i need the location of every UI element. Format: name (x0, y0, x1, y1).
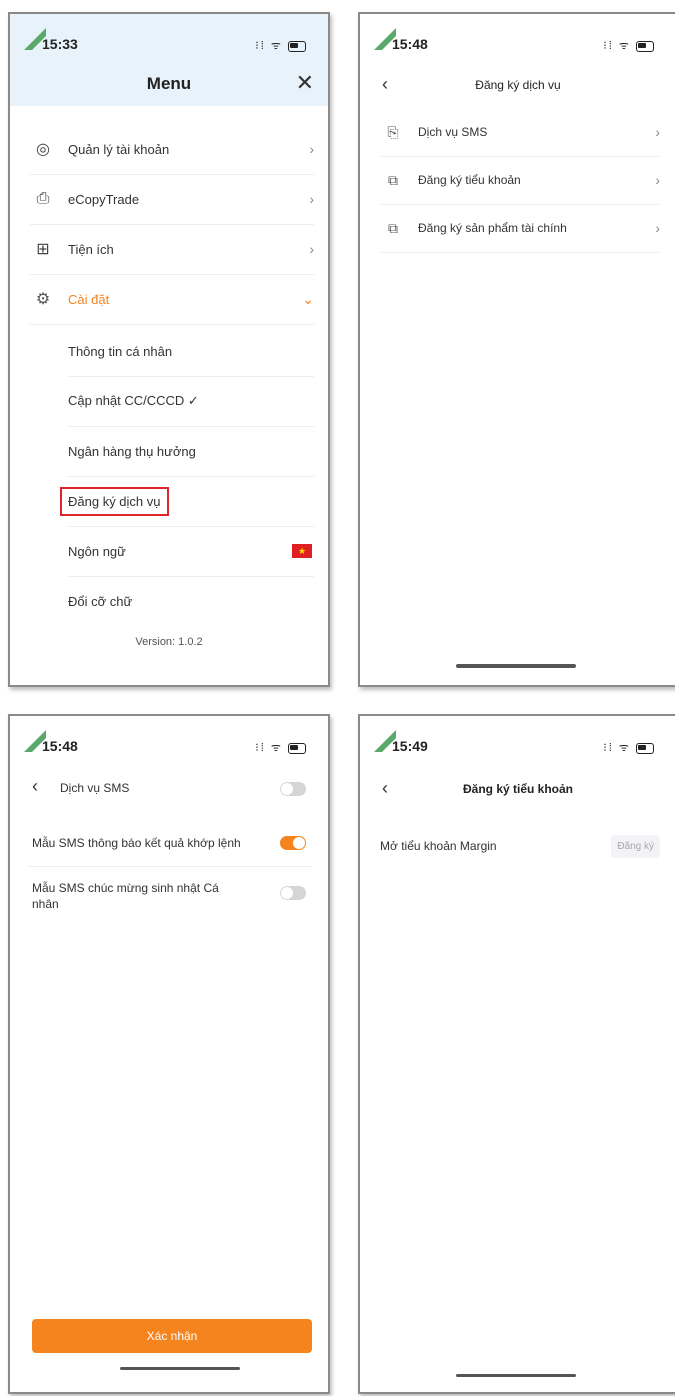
menu-item-account[interactable]: ◎ Quản lý tài khoản › (30, 124, 314, 175)
sms-icon: ⎘ (387, 123, 399, 140)
version-label: Version: 1.0.2 (135, 636, 203, 648)
menu-item-utilities[interactable]: ⊞ Tiện ích › (30, 224, 314, 275)
sub-account-label: Mở tiểu khoản Margin (380, 839, 497, 853)
service-item-label: Dịch vụ SMS (418, 125, 488, 139)
home-indicator (456, 1374, 576, 1377)
sub-item-language[interactable]: Ngôn ngữ ★ (68, 526, 314, 577)
chevron-right-icon: › (655, 172, 660, 188)
sub-item-label: Đăng ký dịch vụ (60, 486, 169, 516)
battery-icon (288, 742, 306, 754)
register-sub-account-screen: 15:49 ⁝⁞ ᯤ ‹ Đăng ký tiểu khoản Mở tiểu … (358, 714, 675, 1394)
sms-option-label: Mẫu SMS thông báo kết quả khớp lệnh (32, 836, 241, 850)
status-bar: 15:49 ⁝⁞ ᯤ (360, 716, 675, 760)
service-item-sms[interactable]: ⎘ Dịch vụ SMS › (380, 108, 660, 157)
chevron-right-icon: › (309, 141, 314, 157)
service-item-financial-product[interactable]: ⧉ Đăng ký sản phẩm tài chính › (380, 204, 660, 253)
status-bar: 15:48 ⁝⁞ ᯤ (360, 14, 675, 58)
sms-service-screen: 15:48 ⁝⁞ ᯤ ‹ Dịch vụ SMS Mẫu SMS thông b… (8, 714, 330, 1394)
page-title: Đăng ký tiểu khoản (462, 782, 574, 796)
wallet-icon: ⧉ (388, 219, 398, 236)
menu-item-label: eCopyTrade (68, 191, 140, 207)
confirm-button[interactable]: Xác nhận (32, 1319, 312, 1353)
page-title: Dịch vụ SMS (60, 781, 130, 795)
menu-item-settings[interactable]: ⚙ Cài đặt ⌄ (30, 274, 314, 325)
sms-option-row: Mẫu SMS chúc mừng sinh nhật Cá nhân (28, 868, 312, 924)
sms-option-row: Mẫu SMS thông báo kết quả khớp lệnh (28, 820, 312, 867)
register-button[interactable]: Đăng ký (611, 834, 660, 858)
chevron-right-icon: › (655, 124, 660, 140)
sub-item-label: Ngân hàng thụ hưởng (68, 443, 196, 459)
chevron-right-icon: › (309, 241, 314, 257)
service-item-label: Đăng ký tiểu khoản (418, 173, 521, 187)
sms-option-toggle[interactable] (280, 836, 306, 850)
status-icons: ⁝⁞ ᯤ (255, 740, 306, 755)
sub-item-label: Ngôn ngữ (68, 543, 126, 559)
status-bar: 15:33 ⁝⁞ ᯤ (10, 14, 328, 58)
service-item-label: Đăng ký sản phẩm tài chính (418, 221, 567, 235)
nav-header: ‹ Đăng ký tiểu khoản (360, 774, 675, 804)
sub-item-update-id[interactable]: Cập nhật CC/CCCD ✓ (68, 376, 314, 427)
sub-item-beneficiary-bank[interactable]: Ngân hàng thụ hưởng (68, 426, 314, 477)
sms-option-label: Mẫu SMS chúc mừng sinh nhật Cá nhân (32, 881, 219, 911)
chevron-right-icon: › (655, 220, 660, 236)
menu-item-label: Cài đặt (68, 291, 110, 307)
sub-item-font-size[interactable]: Đổi cỡ chữ (68, 576, 314, 626)
sub-item-register-service[interactable]: Đăng ký dịch vụ (60, 476, 314, 527)
battery-icon (636, 742, 654, 754)
sms-option-toggle[interactable] (280, 886, 306, 900)
home-indicator (120, 1367, 240, 1370)
grid-icon: ⊞ (36, 241, 50, 258)
menu-item-ecopytrade[interactable]: ⎙ eCopyTrade › (30, 174, 314, 225)
status-icons: ⁝⁞ ᯤ (255, 38, 306, 53)
sms-master-toggle[interactable] (280, 782, 306, 796)
nav-header: ‹ Đăng ký dịch vụ (360, 70, 675, 100)
menu-item-label: Quản lý tài khoản (68, 141, 170, 157)
settings-icon: ⚙ (35, 291, 51, 308)
page-title: Menu (146, 74, 192, 93)
menu-item-label: Tiện ích (68, 241, 114, 257)
vietnam-flag-icon: ★ (292, 544, 312, 558)
sub-item-personal-info[interactable]: Thông tin cá nhân (68, 326, 314, 377)
sub-item-label: Thông tin cá nhân (68, 343, 173, 359)
status-icons: ⁝⁞ ᯤ (603, 740, 654, 755)
page-title: Đăng ký dịch vụ (475, 78, 561, 92)
battery-icon (636, 40, 654, 52)
copy-icon: ⎙ (36, 190, 50, 207)
sub-item-label: Cập nhật CC/CCCD ✓ (68, 393, 199, 408)
status-time: 15:49 (392, 738, 428, 754)
home-indicator (456, 664, 576, 668)
nav-header: ‹ Dịch vụ SMS (10, 774, 328, 810)
status-bar: 15:48 ⁝⁞ ᯤ (10, 716, 328, 760)
sub-item-label: Đổi cỡ chữ (68, 593, 133, 609)
status-time: 15:48 (42, 738, 78, 754)
status-time: 15:33 (42, 36, 78, 52)
back-icon[interactable]: ‹ (32, 776, 38, 797)
service-item-sub-account[interactable]: ⧉ Đăng ký tiểu khoản › (380, 156, 660, 205)
status-icons: ⁝⁞ ᯤ (603, 38, 654, 53)
battery-icon (288, 40, 306, 52)
chevron-right-icon: › (309, 191, 314, 207)
chevron-down-icon: ⌄ (302, 290, 314, 307)
close-icon[interactable]: ✕ (296, 70, 314, 96)
sub-account-row: Mở tiểu khoản Margin Đăng ký (380, 828, 660, 864)
register-service-screen: 15:48 ⁝⁞ ᯤ ‹ Đăng ký dịch vụ ⎘ Dịch vụ S… (358, 12, 675, 687)
menu-screen: 15:33 ⁝⁞ ᯤ Menu ✕ ◎ Quản lý tài khoản › … (8, 12, 330, 687)
status-time: 15:48 (392, 36, 428, 52)
wallet-icon: ⧉ (388, 171, 398, 188)
account-icon: ◎ (36, 141, 50, 158)
